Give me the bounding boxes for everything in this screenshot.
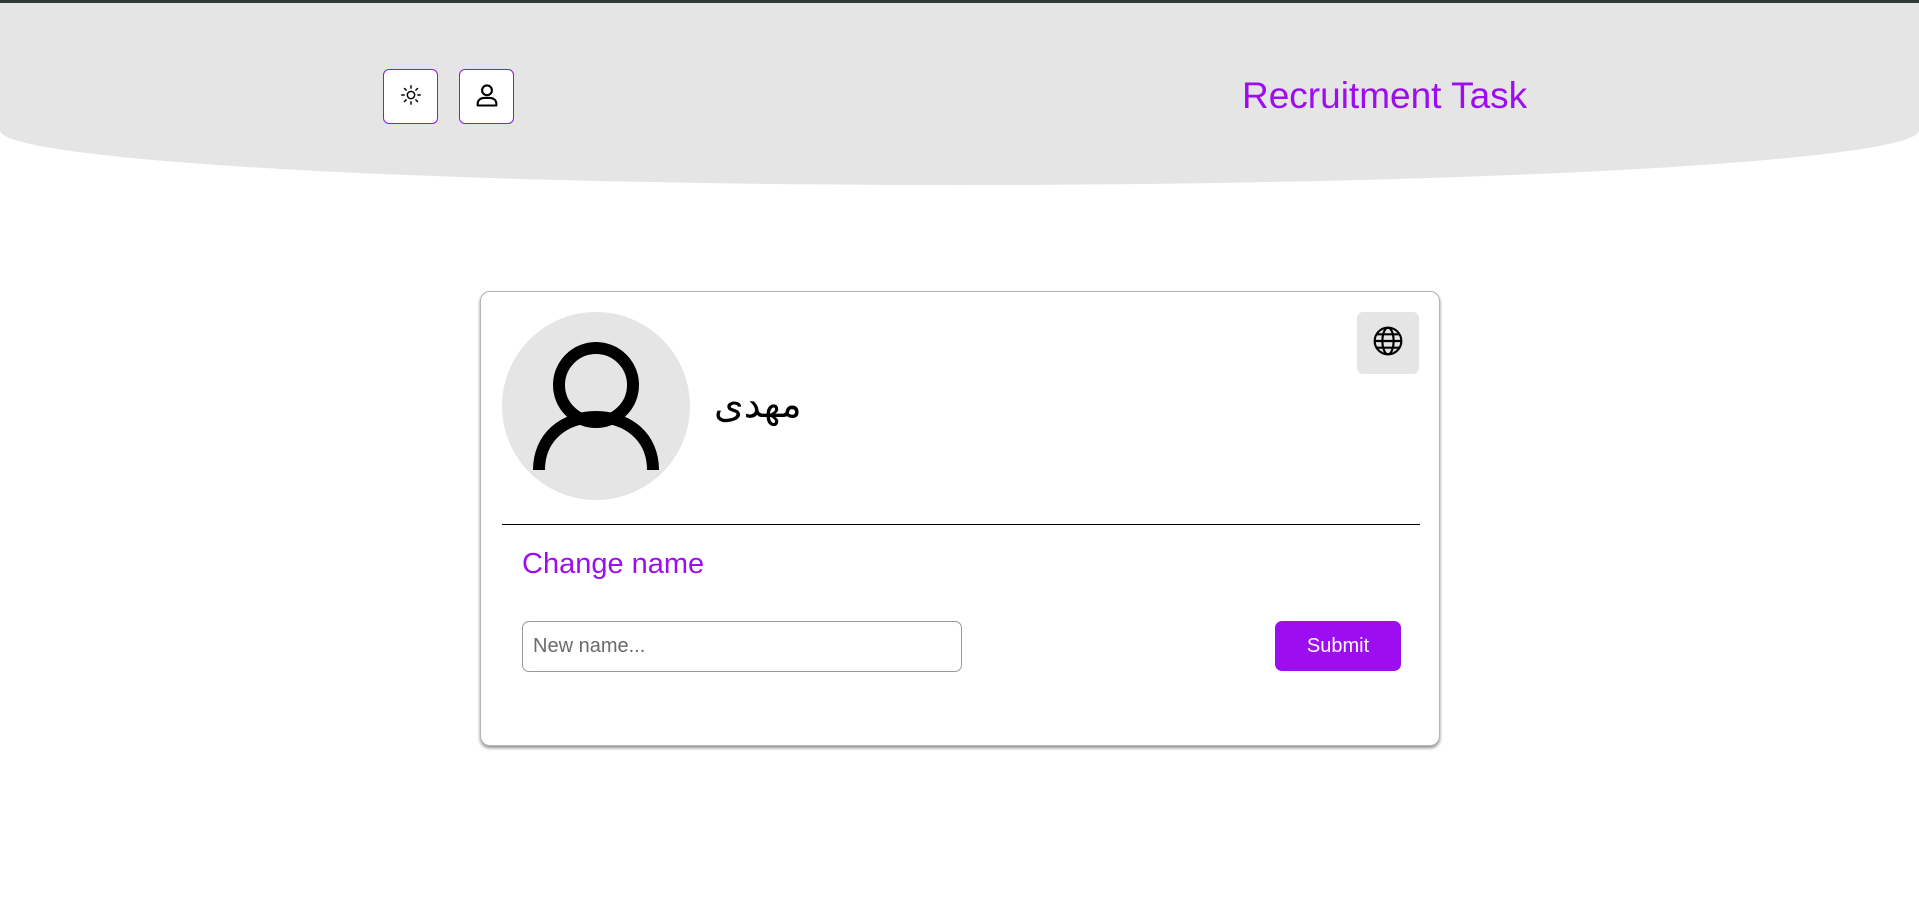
app-header: Recruitment Task: [0, 3, 1919, 185]
sun-icon: [400, 84, 422, 109]
profile-button[interactable]: [459, 69, 514, 124]
user-avatar-icon: [502, 312, 690, 500]
user-icon: [473, 81, 501, 112]
card-divider: [502, 524, 1420, 525]
change-name-title: Change name: [522, 548, 705, 580]
language-button[interactable]: [1357, 312, 1419, 374]
theme-toggle-button[interactable]: [383, 69, 438, 124]
globe-icon: [1372, 325, 1404, 362]
submit-button[interactable]: Submit: [1275, 621, 1401, 671]
user-display-name: مهدی: [714, 382, 802, 426]
new-name-input[interactable]: [522, 621, 962, 672]
profile-card: مهدی Change name Submit: [480, 291, 1440, 746]
app-title[interactable]: Recruitment Task: [1242, 73, 1527, 119]
